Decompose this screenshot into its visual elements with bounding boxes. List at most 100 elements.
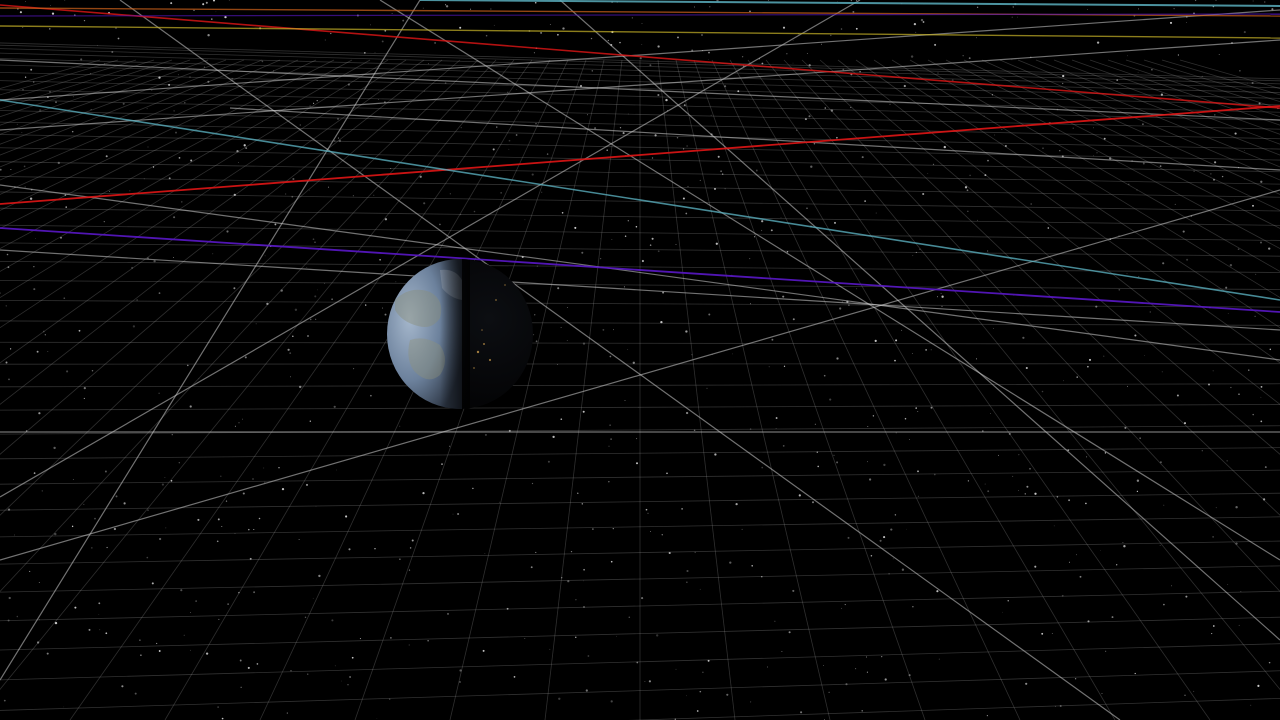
star xyxy=(699,179,701,181)
star xyxy=(485,34,488,37)
star xyxy=(44,334,46,336)
star xyxy=(1250,704,1252,706)
star xyxy=(1063,380,1064,382)
star xyxy=(566,340,568,341)
star xyxy=(775,417,778,419)
star xyxy=(761,220,764,223)
star xyxy=(434,41,437,44)
star xyxy=(1136,479,1140,482)
scene-canvas[interactable] xyxy=(0,0,1280,720)
star xyxy=(649,64,652,67)
star xyxy=(761,466,764,469)
star xyxy=(233,287,236,290)
star xyxy=(941,305,943,308)
star xyxy=(624,235,627,237)
star xyxy=(714,453,717,456)
star xyxy=(1264,466,1267,469)
star xyxy=(1185,22,1187,24)
star xyxy=(330,32,332,35)
star xyxy=(552,435,555,439)
star xyxy=(258,517,261,520)
star xyxy=(1127,55,1128,57)
star xyxy=(639,57,642,60)
star xyxy=(844,604,846,606)
star xyxy=(836,357,839,360)
star xyxy=(71,130,74,133)
star xyxy=(117,37,120,40)
star xyxy=(422,491,425,495)
earth-globe-icon[interactable] xyxy=(387,259,533,409)
star xyxy=(833,454,835,456)
star xyxy=(964,186,968,189)
space-viewport[interactable] xyxy=(0,0,1280,720)
star xyxy=(1139,437,1141,439)
star xyxy=(253,591,256,594)
star xyxy=(915,31,917,33)
star xyxy=(967,210,969,212)
star xyxy=(619,127,622,129)
star xyxy=(912,255,914,257)
star xyxy=(211,18,213,20)
star xyxy=(83,387,86,390)
star xyxy=(50,5,51,6)
star xyxy=(817,465,819,468)
star xyxy=(657,93,660,97)
star xyxy=(1051,633,1053,635)
star xyxy=(189,612,191,613)
star xyxy=(1214,114,1216,116)
star xyxy=(570,550,573,553)
star xyxy=(717,155,720,158)
star xyxy=(585,689,588,692)
star xyxy=(445,5,449,8)
star xyxy=(402,19,405,22)
star xyxy=(610,438,612,440)
star xyxy=(129,190,131,192)
star xyxy=(792,589,795,592)
star xyxy=(635,225,638,228)
star xyxy=(1018,490,1020,491)
star xyxy=(16,123,18,125)
star xyxy=(986,715,988,717)
star xyxy=(1041,632,1044,635)
star xyxy=(800,711,803,714)
star xyxy=(165,527,167,529)
star xyxy=(459,681,461,683)
star xyxy=(228,0,230,1)
star xyxy=(72,96,74,98)
star xyxy=(677,36,679,39)
star xyxy=(644,680,646,682)
star xyxy=(666,472,668,475)
star xyxy=(623,286,625,288)
star xyxy=(1227,584,1229,585)
star xyxy=(1268,247,1271,250)
star xyxy=(574,226,577,229)
star xyxy=(922,21,925,23)
star xyxy=(557,287,560,290)
star xyxy=(558,697,561,700)
star xyxy=(732,353,733,355)
star xyxy=(449,445,451,447)
star xyxy=(217,706,219,708)
star xyxy=(870,554,873,557)
star xyxy=(333,405,336,408)
star xyxy=(533,334,535,336)
star xyxy=(627,349,629,350)
star xyxy=(665,98,668,102)
star xyxy=(377,99,379,100)
star xyxy=(936,590,939,593)
star xyxy=(657,250,660,253)
star xyxy=(1068,499,1071,502)
star xyxy=(992,327,994,329)
star xyxy=(1193,690,1195,692)
star xyxy=(290,670,292,672)
star xyxy=(1024,493,1027,495)
star xyxy=(1226,460,1228,462)
star xyxy=(1105,650,1107,652)
star xyxy=(814,423,816,425)
star xyxy=(106,546,108,549)
star xyxy=(408,644,410,646)
star xyxy=(304,616,307,619)
star xyxy=(969,174,971,177)
star xyxy=(496,126,498,128)
star xyxy=(652,121,654,123)
